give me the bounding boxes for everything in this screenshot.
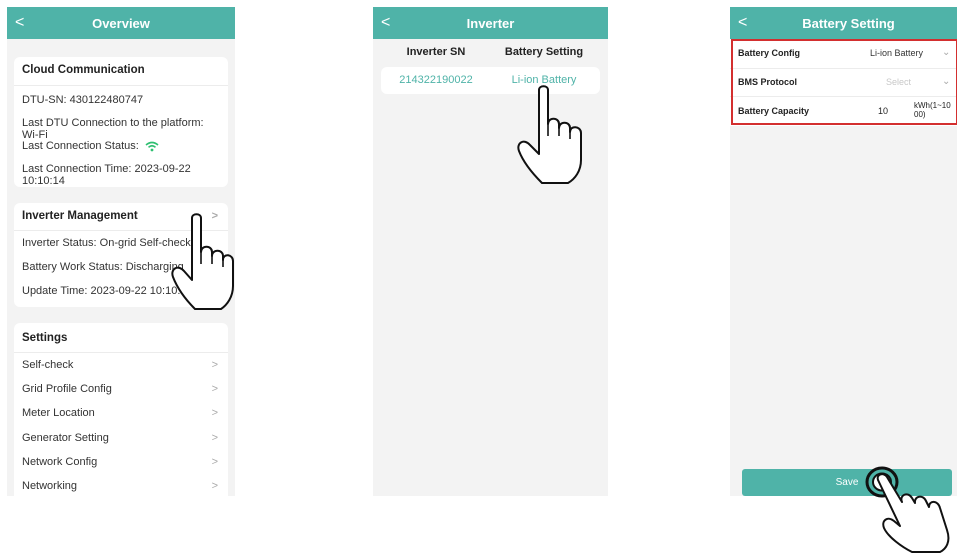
settings-item-network-config[interactable]: Network Config > [22,456,220,468]
bms-protocol-select[interactable]: Select [886,77,911,87]
battery-config-row[interactable]: Battery Config Li-ion Battery ⌄ [730,39,957,69]
back-chevron-icon[interactable]: < [738,13,747,33]
settings-item-generator-setting[interactable]: Generator Setting > [22,432,220,444]
battery-config-label: Battery Config [738,48,801,58]
battery-capacity-row[interactable]: Battery Capacity 10 kWh(1~1000) [730,96,957,126]
battery-capacity-label: Battery Capacity [738,106,810,116]
dtu-sn: DTU-SN: 430122480747 [22,94,144,106]
battery-form: Battery Config Li-ion Battery ⌄ BMS Prot… [730,39,957,126]
settings-item-networking[interactable]: Networking > [22,480,220,492]
cloud-communication-card: Cloud Communication DTU-SN: 430122480747… [14,57,228,187]
settings-item-grid-profile-config[interactable]: Grid Profile Config > [22,383,220,395]
chevron-right-icon: > [211,432,218,444]
inverter-sn-cell: 214322190022 [399,74,473,86]
chevron-down-icon: ⌄ [942,76,951,87]
settings-card: Settings Self-check > Grid Profile Config… [14,323,228,496]
settings-title: Settings [22,332,68,344]
back-chevron-icon[interactable]: < [381,13,390,33]
pointing-hand-icon [171,213,234,310]
chevron-right-icon: > [211,407,218,419]
battery-setting-screen: < Battery Setting Battery Config Li-ion … [730,7,957,496]
battery-config-select[interactable]: Li-ion Battery [870,48,923,58]
last-connection-platform: Last DTU Connection to the platform: Wi-… [22,117,204,141]
page-title: Overview [92,15,150,31]
chevron-right-icon: > [211,480,218,492]
page-title: Battery Setting [802,15,895,31]
settings-item-label: Meter Location [22,407,95,419]
inverter-screen: < Inverter Inverter SN Battery Setting 2… [373,7,608,496]
last-connection-status-label: Last Connection Status: [22,140,139,152]
pointing-hand-icon [517,85,582,184]
inverter-management-title: Inverter Management [22,210,138,222]
battery-capacity-unit: kWh(1~1000) [914,101,951,119]
chevron-right-icon: > [211,359,218,371]
save-button-label: Save [835,477,859,488]
page-title: Inverter [466,15,515,31]
battery-capacity-input[interactable]: 10 [878,106,888,116]
bms-protocol-label: BMS Protocol [738,77,798,87]
last-connection-status: Last Connection Status: [22,140,220,152]
settings-item-label: Networking [22,480,78,492]
settings-item-label: Self-check [22,359,74,371]
settings-item-label: Generator Setting [22,432,109,444]
settings-item-label: Network Config [22,456,98,468]
chevron-right-icon: > [211,383,218,395]
wifi-icon [145,141,159,151]
column-header-inverter-sn: Inverter SN [406,46,466,58]
settings-item-self-check[interactable]: Self-check > [22,359,220,371]
last-connection-time: Last Connection Time: 2023-09-22 10:10:1… [22,163,191,187]
bms-protocol-row[interactable]: BMS Protocol Select ⌄ [730,68,957,97]
settings-item-label: Grid Profile Config [22,383,112,395]
tap-hand-icon [865,466,950,553]
inverter-header: < Inverter [373,7,608,39]
column-header-battery-setting: Battery Setting [504,46,584,58]
chevron-down-icon: ⌄ [942,47,951,58]
cloud-communication-title: Cloud Communication [22,64,145,76]
chevron-right-icon: > [211,456,218,468]
overview-header: < Overview [7,7,235,39]
settings-item-meter-location[interactable]: Meter Location > [22,407,220,419]
battery-setting-header: < Battery Setting [730,7,957,39]
back-chevron-icon[interactable]: < [15,13,24,33]
